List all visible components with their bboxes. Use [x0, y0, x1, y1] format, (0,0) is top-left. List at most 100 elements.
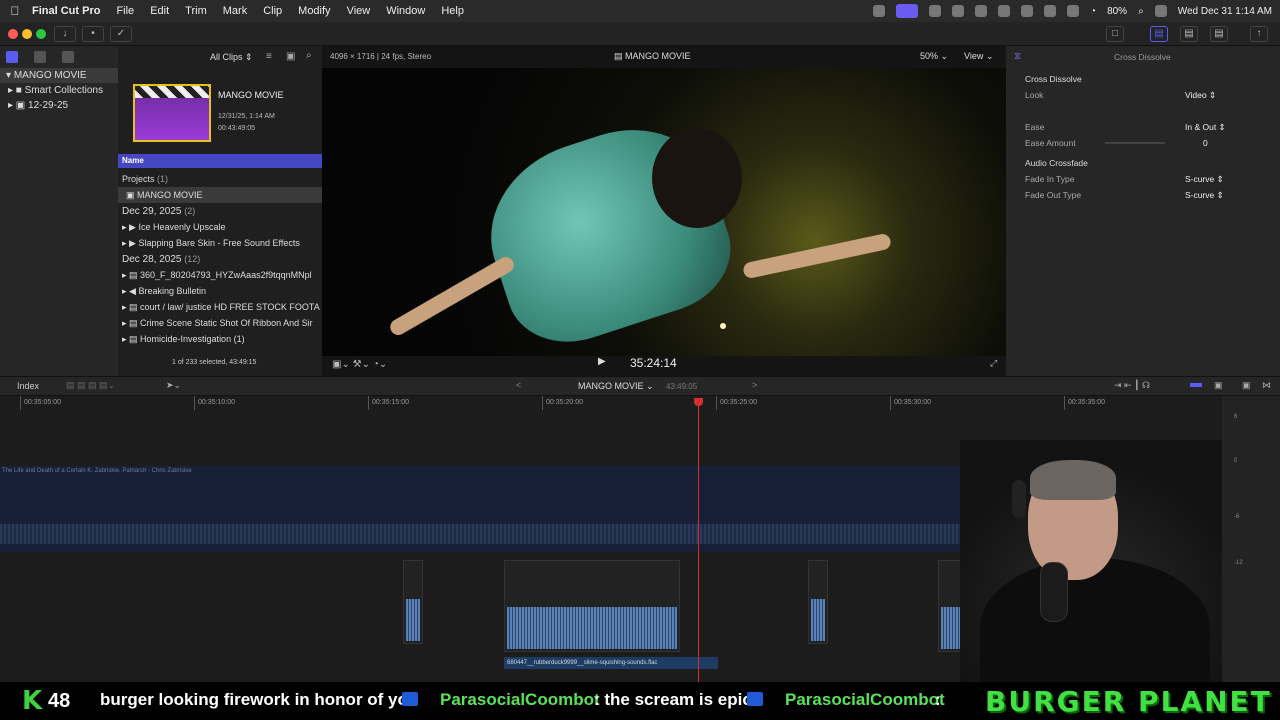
edit-tools-icon[interactable]: ▤ ▤ ▤ ▤⌄ — [66, 380, 115, 391]
clip-appearance-icon[interactable]: ▣ — [286, 51, 295, 62]
list-item[interactable]: ▸ ▤ Crime Scene Static Shot Of Ribbon An… — [118, 315, 322, 331]
webcam-overlay — [960, 440, 1222, 682]
ease-row: Ease In & Out ⇕ — [1025, 119, 1265, 135]
search-icon[interactable]: ⌕ — [1138, 6, 1144, 17]
audio-clip-label[interactable]: 680447__rubberduck9999__slime-squishing-… — [504, 657, 718, 669]
zoom-window-button[interactable] — [36, 29, 46, 39]
back-icon[interactable]: < — [516, 380, 521, 390]
clapper-icon: ▤ — [614, 51, 623, 61]
library-icon[interactable] — [6, 51, 18, 63]
chat-message: burger looking firework in honor of you — [100, 690, 419, 709]
clip-filter-dropdown[interactable]: All Clips ⇕ — [210, 52, 253, 63]
name-column-header[interactable]: Name — [118, 154, 322, 168]
menu-help[interactable]: Help — [433, 5, 472, 17]
menu-view[interactable]: View — [339, 5, 379, 17]
display-icon[interactable] — [1021, 5, 1034, 17]
list-item[interactable]: Dec 29, 2025 (2) — [118, 203, 322, 219]
view-dropdown[interactable]: View ⌄ — [964, 51, 993, 62]
clip-appearance-icon[interactable]: ▣ — [1214, 380, 1223, 391]
timeline-toggle-icon[interactable]: ▤ — [1180, 26, 1198, 42]
transform-tools-icon[interactable]: ▣⌄ ⚒⌄ ◔⌄ — [332, 359, 387, 370]
forward-icon[interactable]: > — [752, 380, 757, 390]
audio-clip-group[interactable] — [504, 560, 680, 652]
library-item-event[interactable]: ▸ ▣ 12-29-25 — [0, 98, 118, 113]
library-item-mango-movie[interactable]: ▾ MANGO MOVIE — [0, 68, 118, 83]
menu-window[interactable]: Window — [378, 5, 433, 17]
viewer-timecode[interactable]: 35:24:14 — [630, 356, 677, 370]
list-item-label: Homicide-Investigation (1) — [140, 334, 245, 344]
app-menu[interactable]: Final Cut Pro — [30, 5, 108, 17]
list-item[interactable]: ▸ ▶ Slapping Bare Skin - Free Sound Effe… — [118, 235, 322, 251]
close-window-button[interactable] — [8, 29, 18, 39]
wifi-icon[interactable]: ◔ — [1090, 6, 1096, 17]
menu-modify[interactable]: Modify — [290, 5, 338, 17]
battery-percent[interactable]: 80% — [1107, 6, 1127, 17]
menu-mark[interactable]: Mark — [215, 5, 255, 17]
libraries-toggle-icon[interactable]: ▤ — [1150, 26, 1168, 42]
browser-header: All Clips ⇕ ≡ ▣ ⌕ — [118, 46, 322, 68]
search-icon[interactable]: ⌕ — [306, 50, 312, 61]
zoom-dropdown[interactable]: 50% ⌄ — [920, 51, 948, 62]
menu-clip[interactable]: Clip — [255, 5, 290, 17]
list-item[interactable]: ▸ ▤ court / law/ justice HD FREE STOCK F… — [118, 299, 322, 315]
ease-value: In & Out — [1185, 122, 1217, 132]
status-icon[interactable] — [952, 5, 965, 17]
background-tasks-icon[interactable]: ✓ — [110, 26, 132, 42]
menu-edit[interactable]: Edit — [142, 5, 177, 17]
fade-out-popup[interactable]: S-curve ⇕ — [1185, 187, 1224, 203]
timeline-project-dropdown[interactable]: MANGO MOVIE ⌄ — [578, 381, 654, 392]
timeline-ruler[interactable]: 00:35:05:00 00:35:10:00 00:35:15:00 00:3… — [0, 396, 1222, 410]
list-item[interactable]: Dec 28, 2025 (12) — [118, 251, 322, 267]
fullscreen-icon[interactable]: ⤢ — [990, 358, 997, 369]
share-export-icon[interactable]: ↑ — [1250, 26, 1268, 42]
menu-file[interactable]: File — [108, 5, 142, 17]
control-center-icon[interactable] — [1154, 5, 1167, 17]
play-button[interactable]: ▶ — [598, 356, 606, 367]
ease-popup[interactable]: In & Out ⇕ — [1185, 119, 1226, 135]
bluetooth-icon[interactable] — [1067, 5, 1080, 17]
volume-icon[interactable] — [998, 5, 1011, 17]
transition-inspector-icon[interactable]: ⧖ — [1014, 51, 1021, 62]
list-item[interactable]: ▸ ▤ Homicide-Investigation (1) — [118, 331, 322, 347]
video-frame[interactable] — [322, 68, 1006, 356]
list-item[interactable]: ▣ MANGO MOVIE — [118, 187, 322, 203]
status-icon[interactable] — [873, 5, 886, 17]
inspector-toggle-icon[interactable]: ▤ — [1210, 26, 1228, 42]
chat-username: ParasocialCoombot — [440, 690, 600, 709]
ease-amount-value[interactable]: 0 — [1203, 135, 1208, 151]
playhead[interactable] — [694, 398, 703, 682]
list-item[interactable]: Projects (1) — [118, 171, 322, 187]
effects-browser-icon[interactable]: ▣ — [1242, 380, 1251, 391]
titles-icon[interactable] — [62, 51, 74, 63]
audio-clip[interactable] — [403, 560, 423, 644]
list-item[interactable]: ▸ ▶ Ice Heavenly Upscale — [118, 219, 322, 235]
ease-label: Ease — [1025, 122, 1045, 132]
look-popup[interactable]: Video ⇕ — [1185, 87, 1216, 103]
audio-clip[interactable] — [808, 560, 828, 644]
skimming-icon[interactable] — [1190, 383, 1202, 387]
globe-icon[interactable] — [929, 5, 942, 17]
clip-thumbnail[interactable] — [133, 84, 211, 142]
keywords-icon[interactable]: • — [82, 26, 104, 42]
transitions-browser-icon[interactable]: ⋈ — [1262, 380, 1271, 391]
play-status-icon[interactable] — [975, 5, 988, 17]
fade-in-popup[interactable]: S-curve ⇕ — [1185, 171, 1224, 187]
screen-record-icon[interactable] — [896, 4, 919, 18]
apple-menu-icon[interactable]:  — [0, 4, 30, 18]
list-item[interactable]: ▸ ▤ 360_F_80204793_HYZwAaas2f9tqqnMNpl — [118, 267, 322, 283]
microphone-icon — [1040, 562, 1068, 622]
screen-mirroring-icon[interactable] — [1044, 5, 1057, 17]
menubar-clock[interactable]: Wed Dec 31 1:14 AM — [1178, 6, 1272, 17]
ease-amount-slider[interactable] — [1105, 142, 1165, 144]
minimize-window-button[interactable] — [22, 29, 32, 39]
list-item[interactable]: ▸ ◀ Breaking Bulletin — [118, 283, 322, 299]
import-icon[interactable]: ↓ — [54, 26, 76, 42]
timeline-tools-icon[interactable]: ⇥ ⇤ ┃ ☊ — [1114, 380, 1150, 391]
list-view-icon[interactable]: ≡ — [266, 51, 272, 62]
library-item-smart-collections[interactable]: ▸ ■ Smart Collections — [0, 83, 118, 98]
menu-trim[interactable]: Trim — [177, 5, 215, 17]
index-button[interactable]: Index — [17, 381, 39, 391]
share-icon[interactable]: □ — [1106, 26, 1124, 42]
photos-icon[interactable] — [34, 51, 46, 63]
select-tool-icon[interactable]: ➤⌄ — [166, 380, 181, 391]
